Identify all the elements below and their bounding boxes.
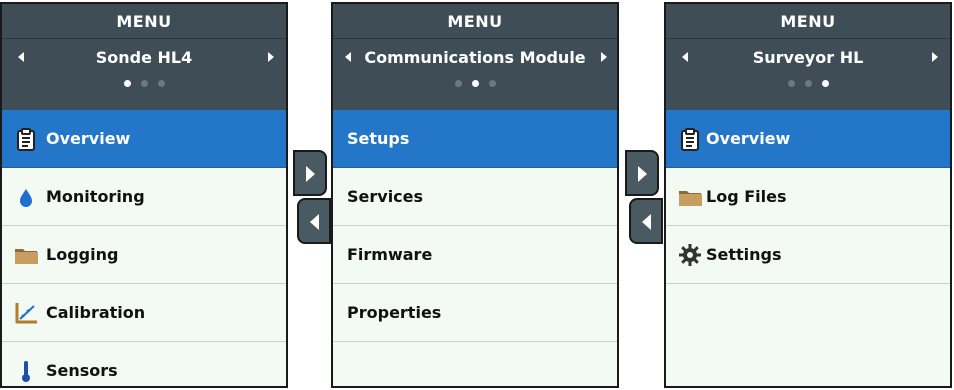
menu-item-label: Logging: [46, 245, 119, 264]
menu-item-sensors[interactable]: Sensors: [2, 342, 286, 386]
header-divider: [666, 38, 950, 39]
menu-item-overview[interactable]: Overview: [2, 110, 286, 168]
calibration-chart-icon: [14, 301, 38, 325]
left-arrow-icon: [310, 214, 319, 230]
menu-item-log-files[interactable]: Log Files: [666, 168, 950, 226]
right-arrow-icon: [306, 166, 315, 182]
header-divider: [333, 38, 617, 39]
clipboard-icon: [678, 127, 702, 151]
menu-item-label: Setups: [347, 129, 410, 148]
page-dot: [787, 80, 795, 87]
page-dot: [454, 80, 462, 87]
folder-icon: [678, 185, 702, 209]
menu-title: MENU: [447, 12, 503, 31]
right-arrow-icon[interactable]: [601, 52, 607, 62]
menu-item-label: Properties: [347, 303, 442, 322]
device-selector[interactable]: Sonde HL4: [2, 48, 286, 72]
right-arrow-icon: [638, 166, 647, 182]
device-name: Communications Module: [364, 48, 586, 67]
page-dot: [123, 80, 131, 87]
device-selector[interactable]: Communications Module: [333, 48, 617, 72]
menu-item-firmware[interactable]: Firmware: [333, 226, 617, 284]
left-arrow-icon: [642, 214, 651, 230]
page-dot: [488, 80, 496, 87]
menu-header: MENU Surveyor HL: [666, 4, 950, 110]
next-screen-button[interactable]: [293, 150, 327, 196]
page-dot: [821, 80, 829, 87]
menu-item-services[interactable]: Services: [333, 168, 617, 226]
page-dot: [471, 80, 479, 87]
previous-screen-button[interactable]: [297, 198, 331, 244]
page-dot: [804, 80, 812, 87]
menu-header: MENU Sonde HL4: [2, 4, 286, 110]
device-name: Surveyor HL: [752, 48, 864, 67]
page-indicator: [333, 78, 617, 87]
menu-item-label: Settings: [706, 245, 782, 264]
menu-item-label: Firmware: [347, 245, 433, 264]
menu-item-label: Log Files: [706, 187, 787, 206]
menu-item-label: Sensors: [46, 361, 118, 380]
page-indicator: [2, 78, 286, 87]
clipboard-icon: [14, 127, 38, 151]
menu-item-setups[interactable]: Setups: [333, 110, 617, 168]
gear-icon: [678, 243, 702, 267]
menu-screen-communications: MENU Communications Module Setups Servic…: [331, 2, 619, 388]
menu-item-logging[interactable]: Logging: [2, 226, 286, 284]
next-screen-button[interactable]: [625, 150, 659, 196]
menu-item-label: Overview: [706, 129, 791, 148]
menu-item-settings[interactable]: Settings: [666, 226, 950, 284]
menu-header: MENU Communications Module: [333, 4, 617, 110]
device-name: Sonde HL4: [95, 48, 193, 67]
device-selector[interactable]: Surveyor HL: [666, 48, 950, 72]
menu-item-calibration[interactable]: Calibration: [2, 284, 286, 342]
page-dot: [140, 80, 148, 87]
menu-item-overview[interactable]: Overview: [666, 110, 950, 168]
folder-icon: [14, 243, 38, 267]
page-indicator: [666, 78, 950, 87]
menu-item-label: Services: [347, 187, 424, 206]
water-drop-icon: [14, 185, 38, 209]
right-arrow-icon[interactable]: [268, 52, 274, 62]
menu-item-label: Calibration: [46, 303, 146, 322]
menu-item-label: Monitoring: [46, 187, 145, 206]
menu-title: MENU: [116, 12, 172, 31]
menu-item-properties[interactable]: Properties: [333, 284, 617, 342]
previous-screen-button[interactable]: [629, 198, 663, 244]
menu-screen-sonde: MENU Sonde HL4 Overview Monitoring Loggi…: [0, 2, 288, 388]
right-arrow-icon[interactable]: [932, 52, 938, 62]
page-dot: [157, 80, 165, 87]
thermometer-icon: [14, 359, 38, 383]
menu-item-label: Overview: [46, 129, 131, 148]
menu-item-monitoring[interactable]: Monitoring: [2, 168, 286, 226]
menu-screen-surveyor: MENU Surveyor HL Overview Log Files Sett…: [664, 2, 952, 388]
menu-title: MENU: [780, 12, 836, 31]
header-divider: [2, 38, 286, 39]
